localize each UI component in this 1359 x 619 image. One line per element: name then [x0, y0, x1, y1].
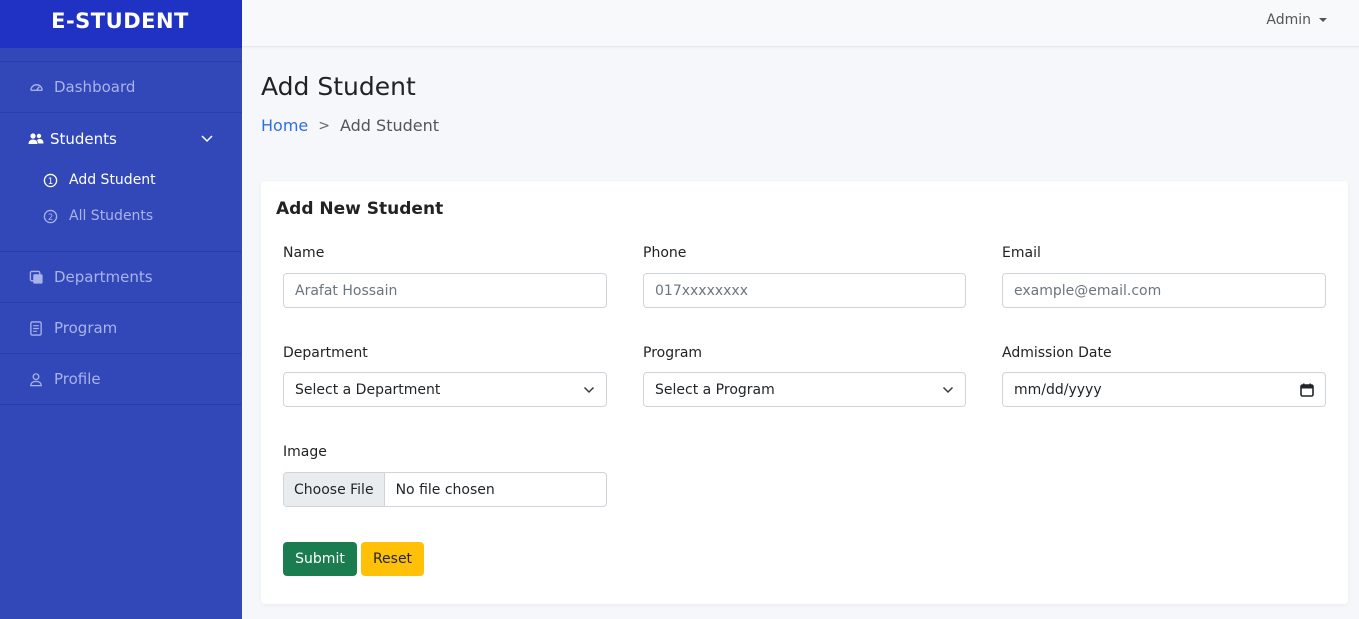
brand-header: E-STUDENT [0, 0, 242, 48]
svg-text:2: 2 [48, 211, 53, 221]
email-placeholder: example@email.com [1014, 282, 1162, 299]
admission-date-input[interactable]: mm/dd/yyyy [1002, 372, 1326, 407]
topbar: Admin [242, 0, 1359, 47]
dashboard-gauge-icon [28, 79, 44, 95]
sidebar-item-label: Profile [54, 370, 101, 388]
calendar-icon[interactable] [1300, 383, 1314, 397]
number-one-circle-icon: 1 [43, 172, 59, 188]
layers-icon [28, 269, 44, 285]
image-label: Image [283, 444, 327, 460]
sidebar-item-label: Dashboard [54, 78, 136, 96]
phone-placeholder: 017xxxxxxxx [655, 282, 749, 299]
sidebar-subitem-all-students[interactable]: 2 All Students [0, 198, 242, 234]
email-label: Email [1002, 245, 1041, 261]
sidebar-item-profile[interactable]: Profile [0, 354, 242, 405]
sidebar-item-label: Departments [54, 268, 153, 286]
chevron-down-icon [942, 386, 954, 394]
file-status-text: No file chosen [395, 481, 495, 498]
svg-text:1: 1 [48, 175, 53, 185]
name-label: Name [283, 245, 325, 261]
department-select[interactable]: Select a Department [283, 372, 607, 407]
admin-dropdown[interactable]: Admin [1266, 12, 1327, 28]
breadcrumb-separator: > [318, 117, 330, 134]
page-title: Add Student [261, 72, 416, 101]
name-input[interactable]: Arafat Hossain [283, 273, 607, 308]
program-select[interactable]: Select a Program [643, 372, 966, 407]
sidebar-subitem-label: All Students [69, 208, 154, 224]
admission-date-label: Admission Date [1002, 345, 1112, 361]
user-icon [28, 371, 44, 387]
sidebar-item-label: Program [54, 319, 118, 337]
sidebar-item-label: Students [50, 130, 117, 148]
sidebar-subitem-add-student[interactable]: 1 Add Student [0, 162, 242, 198]
users-icon [28, 131, 44, 147]
program-selected-value: Select a Program [655, 381, 775, 398]
program-label: Program [643, 345, 703, 361]
name-placeholder: Arafat Hossain [295, 282, 398, 299]
chevron-down-icon [583, 386, 595, 394]
phone-input[interactable]: 017xxxxxxxx [643, 273, 966, 308]
email-input[interactable]: example@email.com [1002, 273, 1326, 308]
department-label: Department [283, 345, 368, 361]
admin-dropdown-label: Admin [1266, 12, 1311, 28]
department-selected-value: Select a Department [295, 381, 441, 398]
phone-label: Phone [643, 245, 687, 261]
caret-down-icon [1319, 18, 1327, 22]
chevron-down-icon [200, 130, 214, 148]
number-two-circle-icon: 2 [43, 208, 59, 224]
document-list-icon [28, 320, 44, 336]
choose-file-button[interactable]: Choose File [284, 473, 385, 506]
image-file-input[interactable]: Choose File No file chosen [283, 472, 607, 507]
brand-logo-text: E-STUDENT [51, 9, 189, 33]
breadcrumb: Home > Add Student [261, 116, 439, 135]
sidebar-item-students[interactable]: Students [0, 126, 242, 152]
sidebar-item-departments[interactable]: Departments [0, 252, 242, 303]
sidebar-item-dashboard[interactable]: Dashboard [0, 61, 242, 113]
add-student-card: Add New Student Name Arafat Hossain Phon… [261, 181, 1348, 604]
sidebar-item-program[interactable]: Program [0, 303, 242, 354]
sidebar-subitem-label: Add Student [69, 172, 156, 188]
submit-button[interactable]: Submit [283, 542, 357, 576]
breadcrumb-current: Add Student [339, 116, 440, 135]
sidebar: E-STUDENT Dashboard Students 1 Add Stude… [0, 0, 242, 619]
admission-date-placeholder: mm/dd/yyyy [1014, 381, 1102, 398]
breadcrumb-home-link[interactable]: Home [261, 116, 308, 135]
sidebar-group-students: Students 1 Add Student 2 All Students [0, 113, 242, 252]
reset-button[interactable]: Reset [361, 542, 424, 576]
card-title: Add New Student [276, 199, 444, 219]
